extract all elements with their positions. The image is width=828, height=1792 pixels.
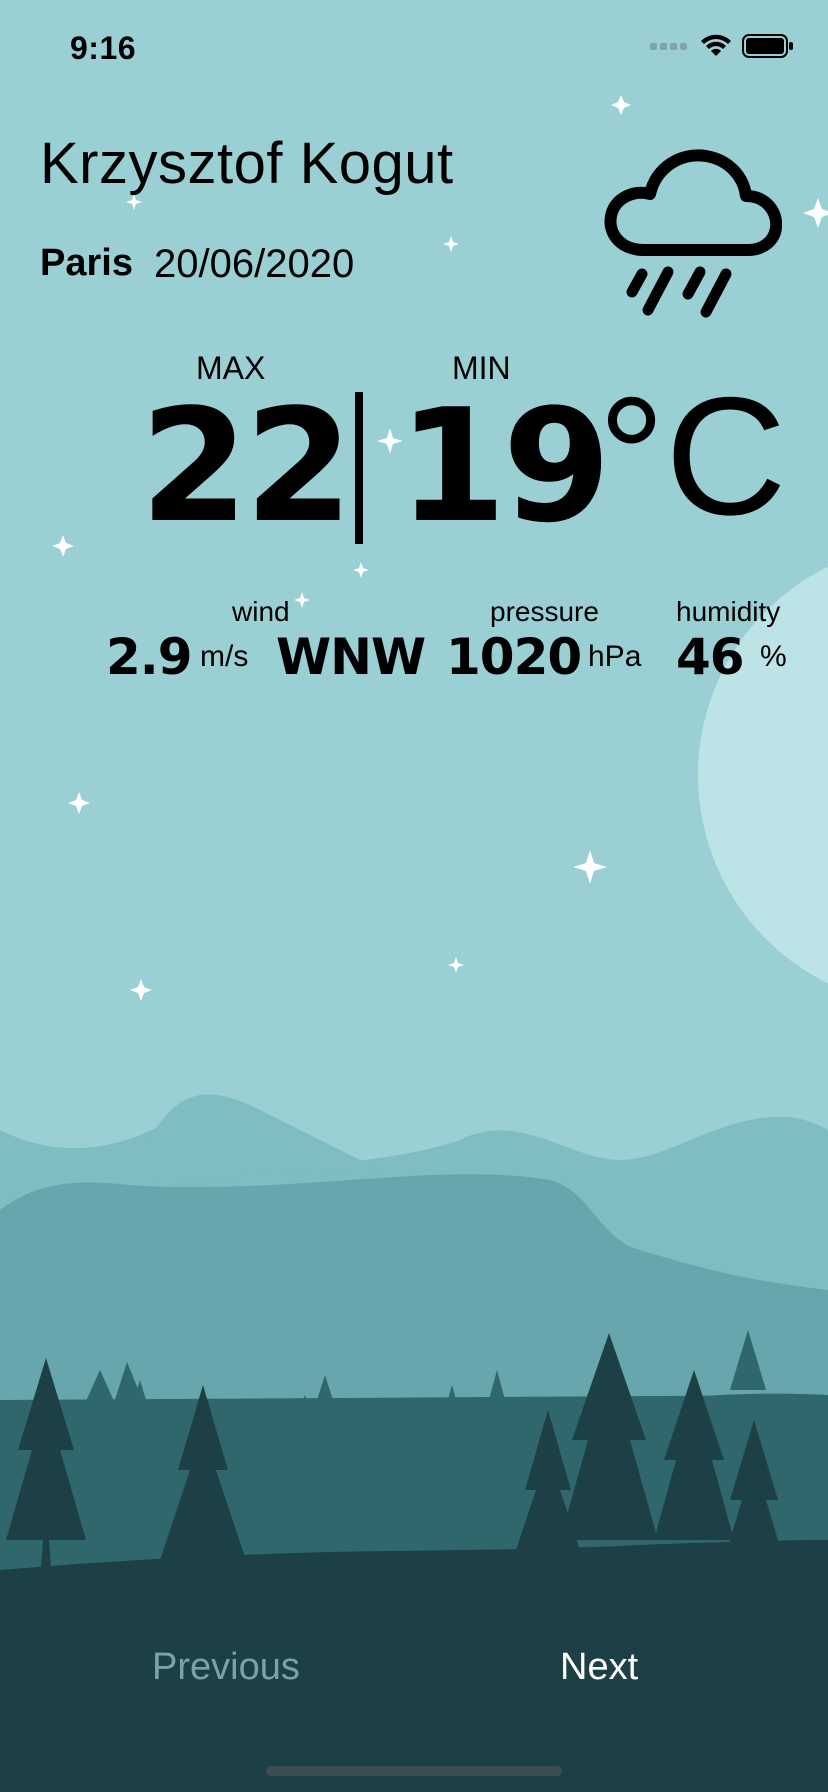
cloud-rain-icon [604, 149, 782, 318]
humidity-unit: % [760, 640, 787, 673]
battery-icon [742, 34, 793, 58]
pressure-value: 1020 [446, 628, 582, 686]
max-temperature: 22 [140, 375, 353, 557]
wind-label: wind [232, 596, 290, 627]
humidity-value: 46 [676, 628, 745, 686]
temperature-unit: °C [598, 362, 787, 550]
signal-icon [650, 43, 687, 50]
status-icons [650, 34, 794, 58]
wind-direction-value: WNW [276, 628, 426, 686]
date-label: 20/06/2020 [154, 242, 355, 286]
wind-speed-unit: m/s [200, 640, 249, 673]
wind-speed-value: 2.9 [106, 628, 193, 686]
humidity-label: humidity [676, 596, 781, 627]
wifi-icon [701, 34, 731, 56]
status-time: 9:16 [70, 30, 137, 66]
city-label: Paris [40, 242, 133, 284]
next-button[interactable]: Next [560, 1646, 638, 1689]
temperature-divider [355, 392, 363, 544]
user-name: Krzysztof Kogut [40, 131, 454, 196]
previous-button[interactable]: Previous [152, 1646, 300, 1689]
pressure-unit: hPa [588, 640, 642, 673]
pressure-label: pressure [490, 596, 599, 627]
min-temperature: 19 [398, 375, 611, 557]
home-indicator[interactable] [266, 1766, 562, 1776]
